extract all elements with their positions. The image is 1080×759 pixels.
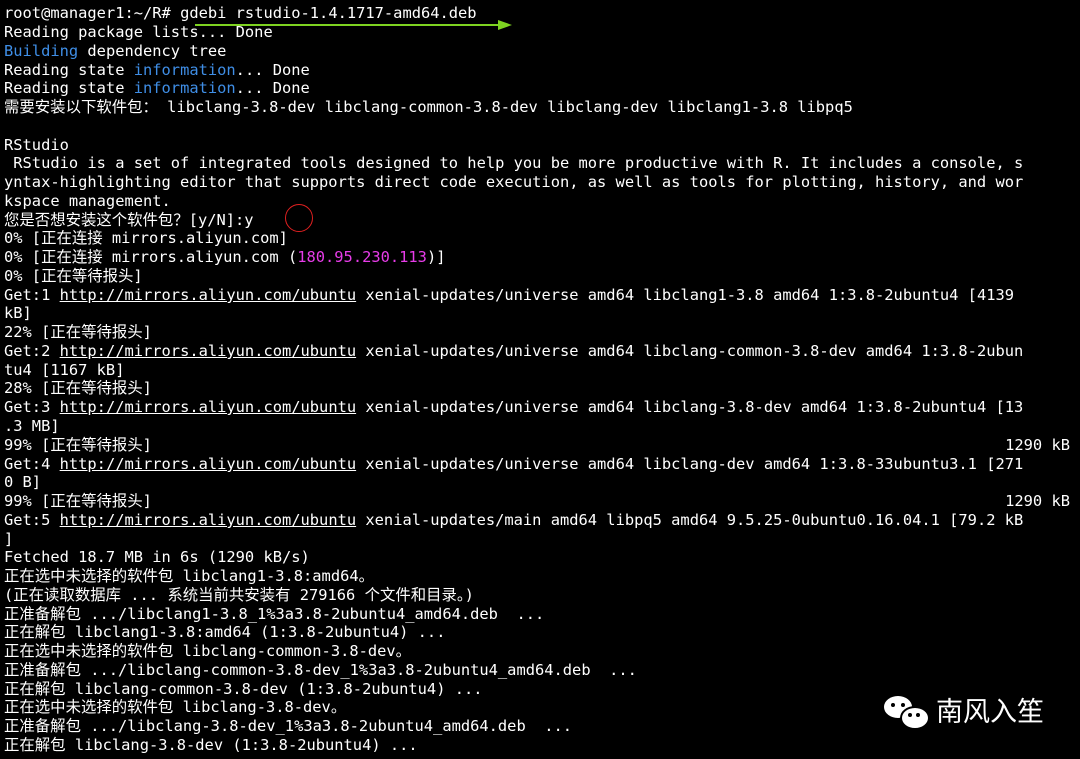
- output-line: Get:2 http://mirrors.aliyun.com/ubuntu x…: [4, 342, 1024, 360]
- annotation-circle: [285, 204, 313, 232]
- output-line: 0% [正在等待报头]: [4, 267, 143, 285]
- download-speed: 1290 kB: [1005, 436, 1070, 454]
- output-line: kB]: [4, 304, 32, 322]
- output-line: 正在选中未选择的软件包 libclang-3.8-dev。: [4, 698, 347, 716]
- output-line: 正准备解包 .../libclang-common-3.8-dev_1%3a3.…: [4, 661, 637, 679]
- output-line: 正在选中未选择的软件包 libclang-common-3.8-dev。: [4, 642, 412, 660]
- annotation-arrowhead: [498, 20, 512, 30]
- watermark-text: 南风入笙: [936, 697, 1044, 728]
- wechat-icon: [884, 692, 930, 730]
- output-line: 22% [正在等待报头]: [4, 323, 152, 341]
- output-line: RStudio: [4, 136, 69, 154]
- output-line: 正在选中未选择的软件包 libclang1-3.8:amd64。: [4, 567, 375, 585]
- output-line: tu4 [1167 kB]: [4, 361, 125, 379]
- mirror-link[interactable]: http://mirrors.aliyun.com/ubuntu: [60, 342, 357, 360]
- output-line: Get:3 http://mirrors.aliyun.com/ubuntu x…: [4, 398, 1024, 416]
- output-line: 正在解包 libclang-3.8-dev (1:3.8-2ubuntu4) .…: [4, 736, 418, 754]
- output-line: 正在解包 libclang-common-3.8-dev (1:3.8-2ubu…: [4, 680, 483, 698]
- mirror-link[interactable]: http://mirrors.aliyun.com/ubuntu: [60, 511, 357, 529]
- output-line: 正在解包 libclang1-3.8:amd64 (1:3.8-2ubuntu4…: [4, 623, 446, 641]
- output-line: RStudio is a set of integrated tools des…: [4, 154, 1024, 172]
- output-line: Reading state information... Done: [4, 79, 310, 97]
- output-line: 需要安装以下软件包： libclang-3.8-dev libclang-com…: [4, 98, 853, 116]
- terminal-window[interactable]: root@manager1:~/R# gdebi rstudio-1.4.171…: [0, 0, 1080, 759]
- output-line: ]: [4, 530, 14, 548]
- output-line: Building dependency tree: [4, 42, 227, 60]
- mirror-link[interactable]: http://mirrors.aliyun.com/ubuntu: [60, 455, 357, 473]
- output-line: 0% [正在连接 mirrors.aliyun.com]: [4, 229, 288, 247]
- output-line: 正准备解包 .../libclang-3.8-dev_1%3a3.8-2ubun…: [4, 717, 573, 735]
- watermark: 南风入笙: [884, 690, 1044, 730]
- output-line: .3 MB]: [4, 417, 60, 435]
- download-speed: 1290 kB: [1005, 492, 1070, 510]
- shell-prompt: root@manager1:~/R#: [4, 4, 171, 22]
- output-line: yntax-highlighting editor that supports …: [4, 173, 1024, 191]
- output-line: kspace management.: [4, 192, 171, 210]
- install-confirm-prompt: 您是否想安装这个软件包？[y/N]:y: [4, 211, 254, 229]
- output-line: (正在读取数据库 ... 系统当前共安装有 279166 个文件和目录。): [4, 586, 474, 604]
- output-line: 0 B]: [4, 473, 42, 491]
- command-text: gdebi rstudio-1.4.1717-amd64.deb: [170, 4, 477, 22]
- output-line: Get:1 http://mirrors.aliyun.com/ubuntu x…: [4, 286, 1015, 304]
- output-line: Get:5 http://mirrors.aliyun.com/ubuntu x…: [4, 511, 1024, 529]
- output-line: 正准备解包 .../libclang1-3.8_1%3a3.8-2ubuntu4…: [4, 605, 545, 623]
- output-line: 0% [正在连接 mirrors.aliyun.com (180.95.230.…: [4, 248, 446, 266]
- output-line: Fetched 18.7 MB in 6s (1290 kB/s): [4, 548, 310, 566]
- output-line: Get:4 http://mirrors.aliyun.com/ubuntu x…: [4, 455, 1024, 473]
- output-line: 99% [正在等待报头]: [4, 492, 152, 510]
- output-line: Reading package lists... Done: [4, 23, 273, 41]
- mirror-link[interactable]: http://mirrors.aliyun.com/ubuntu: [60, 286, 357, 304]
- command-line: root@manager1:~/R# gdebi rstudio-1.4.171…: [4, 4, 477, 23]
- output-line: 28% [正在等待报头]: [4, 379, 152, 397]
- ip-address: 180.95.230.113: [297, 248, 427, 266]
- output-line: Reading state information... Done: [4, 61, 310, 79]
- output-line: 99% [正在等待报头]: [4, 436, 152, 454]
- mirror-link[interactable]: http://mirrors.aliyun.com/ubuntu: [60, 398, 357, 416]
